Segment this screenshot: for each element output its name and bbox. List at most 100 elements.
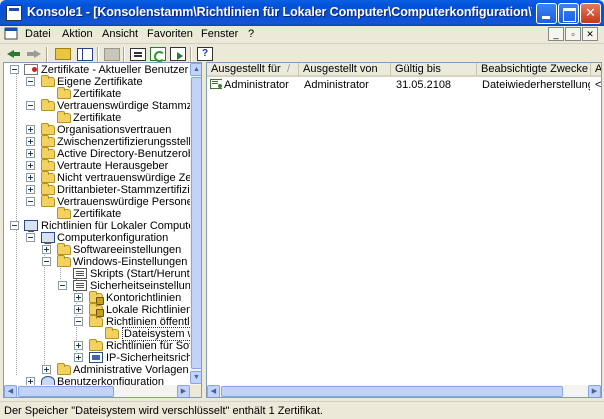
child-minimize-button[interactable]: _ [548,27,564,41]
expand-toggle[interactable] [42,245,51,254]
certificate-icon-svg [210,79,222,89]
collapse-toggle[interactable] [74,317,83,326]
console-tree[interactable]: Zertifikate - Aktueller Benutzer Eigene … [3,62,202,398]
tree-item-security-settings[interactable]: Sicherheitseinstellunger [4,280,201,292]
tree-item-efs-selected[interactable]: Dateisystem wi [4,327,200,341]
certificate-list[interactable]: Ausgestellt für / Ausgestellt von Gültig… [206,62,602,398]
column-intended-purposes[interactable]: Beabsichtigte Zwecke [477,63,591,77]
collapse-toggle[interactable] [26,101,35,110]
collapse-toggle[interactable] [26,233,35,242]
tree-vertical-scrollbar[interactable]: ▲ ▼ [190,63,201,385]
expand-toggle[interactable] [26,149,35,158]
tree-item-certificates[interactable]: Zertifikate [4,111,190,124]
expand-toggle[interactable] [74,341,83,350]
tree-item-computer-configuration[interactable]: Computerkonfiguration [4,232,190,244]
menu-favoriten[interactable]: Favoriten [147,28,193,40]
column-label: Beabsichtigte Zwecke [481,63,588,75]
tree-item-ipsec-policies[interactable]: IP-Sicherheitsrichtli [4,352,200,364]
menu-ansicht[interactable]: Ansicht [102,28,138,40]
tree-horizontal-scrollbar[interactable]: ◀ ▶ [4,385,190,397]
document-icon-svg [4,27,18,40]
scroll-right-button[interactable]: ▶ [588,385,601,397]
up-folder-icon[interactable] [55,48,71,60]
title-bar[interactable]: Konsole1 - [Konsolenstamm\Richtlinien fü… [0,0,604,26]
column-truncated[interactable]: A [591,63,601,77]
expand-toggle[interactable] [42,365,51,374]
tree-item-certificates[interactable]: Zertifikate [4,87,190,100]
tree-item-local-computer-policy[interactable]: Richtlinien für Lokaler Computer [4,220,198,232]
refresh-icon[interactable] [150,47,166,62]
tree-item-label: Computerkonfiguration [57,232,169,244]
delete-icon[interactable] [104,48,120,61]
collapse-toggle[interactable] [10,65,19,74]
expand-toggle[interactable] [74,353,83,362]
child-restore-button[interactable]: ▫ [565,27,581,41]
document-icon[interactable] [4,27,18,41]
tree-item-own-certificates[interactable]: Eigene Zertifikate [4,75,190,88]
menu-help[interactable]: ? [248,28,254,40]
tree-item-trusted-people[interactable]: Vertrauenswürdige Personen [4,195,199,208]
expand-toggle[interactable] [26,161,35,170]
export-list-icon[interactable] [170,47,186,61]
scroll-thumb[interactable] [18,386,114,397]
tree-item-untrusted-certificates[interactable]: Nicht vertrauenswürdige Zertifi [4,171,201,184]
collapse-toggle[interactable] [26,197,35,206]
collapse-toggle[interactable] [10,221,19,230]
tree-item-ad-user-object[interactable]: Active Directory-Benutzerobjek [4,147,201,160]
expand-toggle[interactable] [26,125,35,134]
expand-toggle[interactable] [26,173,35,182]
scroll-thumb[interactable] [191,77,201,369]
collapse-toggle[interactable] [58,281,67,290]
child-close-button[interactable]: ✕ [582,27,598,41]
tree-item-software-restriction[interactable]: Richtlinien für Softv [4,339,201,352]
console-app-icon[interactable] [6,5,22,21]
ipsec-icon [89,352,103,363]
tree-item-windows-settings[interactable]: Windows-Einstellungen [4,255,190,268]
scroll-right-button[interactable]: ▶ [177,385,190,397]
window-title: Konsole1 - [Konsolenstamm\Richtlinien fü… [27,5,532,19]
help-icon[interactable]: ? [197,47,213,61]
close-button[interactable]: ✕ [580,3,601,24]
tree-item-trusted-publishers[interactable]: Vertraute Herausgeber [4,159,190,172]
tree-item-label: Nicht vertrauenswürdige Zertifi [57,172,202,184]
tree-item-scripts[interactable]: Skripts (Start/Herunter [4,268,199,280]
collapse-toggle[interactable] [26,77,35,86]
show-hide-tree-icon[interactable] [77,48,93,61]
list-horizontal-scrollbar[interactable]: ◀ ▶ [207,385,601,397]
maximize-button[interactable] [558,3,579,24]
tree-item-admin-templates[interactable]: Administrative Vorlagen [4,363,190,376]
tree-item-third-party-root[interactable]: Drittanbieter-Stammzertifizieru [4,183,201,196]
collapse-toggle[interactable] [42,257,51,266]
menu-aktion[interactable]: Aktion [62,28,93,40]
forward-arrow-icon[interactable] [26,46,42,62]
menu-datei[interactable]: Datei [25,28,51,40]
tree-item-certificates-user[interactable]: Zertifikate - Aktueller Benutzer [4,64,190,76]
properties-icon[interactable] [130,48,146,61]
tree-item-label: Zertifikate [73,88,122,100]
minimize-button[interactable] [536,3,557,24]
expand-toggle[interactable] [26,137,35,146]
expand-toggle[interactable] [74,293,83,302]
menu-fenster[interactable]: Fenster [201,28,238,40]
tree-item-enterprise-trust[interactable]: Organisationsvertrauen [4,123,190,136]
scroll-left-button[interactable]: ◀ [4,385,17,397]
tree-item-account-policies[interactable]: Kontorichtlinien [4,291,190,305]
tree-item-trusted-root[interactable]: Vertrauenswürdige Stammzertifi [4,99,201,112]
scroll-thumb[interactable] [221,386,563,397]
tree-item-local-policies[interactable]: Lokale Richtlinien [4,303,192,317]
folder-icon [105,327,119,339]
scroll-up-button[interactable]: ▲ [190,63,201,76]
expand-toggle[interactable] [74,305,83,314]
scroll-down-button[interactable]: ▼ [190,371,201,384]
scroll-left-button[interactable]: ◀ [207,385,220,397]
column-issued-by[interactable]: Ausgestellt von [299,63,391,77]
column-valid-to[interactable]: Gültig bis [391,63,477,77]
back-arrow-icon[interactable] [6,46,22,62]
tree-item-certificates[interactable]: Zertifikate [4,207,190,220]
expand-toggle[interactable] [26,185,35,194]
tree-item-intermediate-ca[interactable]: Zwischenzertifizierungsstellen [4,135,201,148]
column-issued-to[interactable]: Ausgestellt für / [207,63,299,77]
column-label: Gültig bis [395,63,441,75]
tree-item-software-settings[interactable]: Softwareeinstellungen [4,243,190,256]
lock-folder-icon [89,303,104,317]
